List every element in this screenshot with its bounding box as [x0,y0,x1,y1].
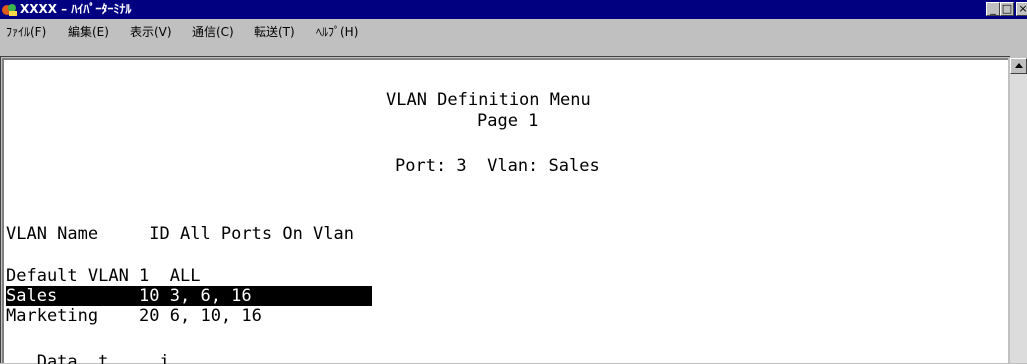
hyperterminal-icon [2,4,17,16]
vlan-row-marketing[interactable]: Marketing 20 6, 10, 16 [6,306,262,326]
terminal-screen[interactable]: VLAN Definition Menu Page 1 Port: 3 Vlan… [2,58,1008,364]
menu-heading: VLAN Definition Menu [386,90,591,110]
minimize-button[interactable]: _ [986,2,1000,16]
title-bar[interactable]: XXXX – ﾊｲﾊﾟｰﾀｰﾐﾅﾙ _ □ × [0,0,1027,19]
close-button[interactable]: × [1016,2,1027,16]
menu-bar: ﾌｧｲﾙ(F) 編集(E) 表示(V) 通信(C) 転送(T) ﾍﾙﾌﾟ(H) [0,19,1027,41]
vertical-scrollbar[interactable] [1010,58,1027,363]
menu-file[interactable]: ﾌｧｲﾙ(F) [6,23,46,40]
cut-off-line: Data t i [6,352,170,364]
menu-transfer[interactable]: 転送(T) [254,23,295,40]
vlan-row-default[interactable]: Default VLAN 1 ALL [6,266,200,286]
window-title: XXXX – ﾊｲﾊﾟｰﾀｰﾐﾅﾙ [20,2,132,16]
table-header: VLAN Name ID All Ports On Vlan [6,224,354,244]
port-vlan-context: Port: 3 Vlan: Sales [395,156,600,176]
menu-edit[interactable]: 編集(E) [68,23,109,40]
vlan-row-sales-selected[interactable]: Sales 10 3, 6, 16 [6,286,372,306]
page-indicator: Page 1 [477,111,539,131]
menu-communication[interactable]: 通信(C) [192,23,234,40]
menu-view[interactable]: 表示(V) [130,23,172,40]
scroll-up-arrow-icon[interactable] [1010,58,1027,74]
menu-help[interactable]: ﾍﾙﾌﾟ(H) [316,23,358,40]
maximize-button[interactable]: □ [1000,2,1014,16]
